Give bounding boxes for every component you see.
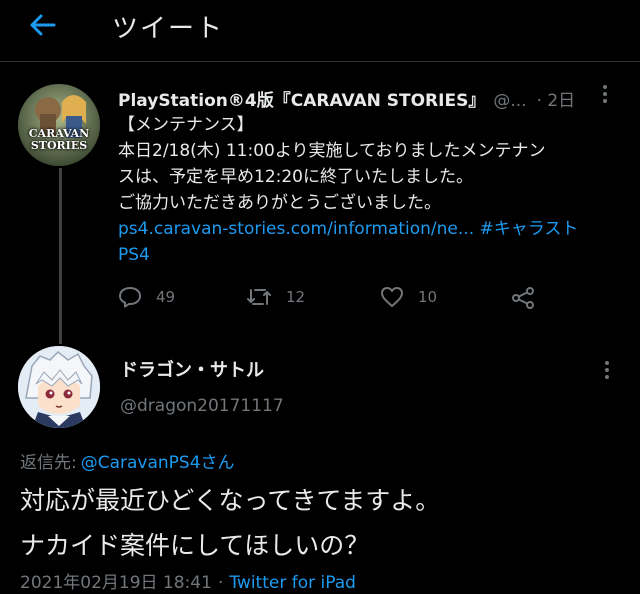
- reply-prefix: 返信先:: [20, 453, 77, 473]
- reply-target-link[interactable]: @CaravanPS4さん: [81, 453, 235, 473]
- caravan-artwork: [18, 84, 100, 166]
- reply-bubble-icon: [119, 287, 141, 308]
- tweet1-line: 本日2/18(木) 11:00より実施しておりましたメンテナン: [118, 141, 546, 161]
- tweet1-body: 【メンテナンス】 本日2/18(木) 11:00より実施しておりましたメンテナン…: [118, 112, 628, 268]
- avatar-logo-text: CARAVAN STORIES: [28, 127, 90, 152]
- like-count: 10: [418, 288, 438, 306]
- share-icon: [512, 287, 534, 309]
- tweet2-text-line: ナカイド案件にしてほしいの？: [20, 531, 370, 560]
- tweet2-more-menu[interactable]: [604, 360, 610, 384]
- replying-to: 返信先: @CaravanPS4さん: [20, 448, 235, 473]
- tweet1-display-name[interactable]: PlayStation®4版『CARAVAN STORIES』: [118, 91, 485, 111]
- tweet2-text-line: 対応が最近ひどくなってきてますよ。: [20, 486, 441, 515]
- tweet1-hashtag[interactable]: #キャラスト: [480, 219, 579, 239]
- retweet-action[interactable]: 12: [246, 286, 305, 308]
- tweet1-handle[interactable]: @...: [493, 91, 526, 111]
- tweet2-meta: 2021年02月19日 18:41 · Twitter for iPad: [20, 568, 356, 593]
- meta-separator: ·: [217, 573, 224, 593]
- arrow-left-icon: [30, 14, 56, 36]
- character-artwork: [18, 346, 100, 428]
- tweet1-more-menu[interactable]: [602, 84, 608, 108]
- reply-count: 49: [156, 288, 176, 306]
- tweet2-text: 対応が最近ひどくなってきてますよ。 ナカイド案件にしてほしいの？: [20, 478, 440, 568]
- tweet1-line: 【メンテナンス】: [118, 115, 254, 135]
- thread-connector-line: [59, 168, 62, 344]
- tweet1-hashtag-continued[interactable]: PS4: [118, 242, 628, 268]
- tweet2-display-name[interactable]: ドラゴン・サトル: [120, 356, 264, 382]
- tweet1-link[interactable]: ps4.caravan-stories.com/information/ne..…: [118, 219, 474, 239]
- tweet1-actions: 49 12 10: [118, 286, 618, 312]
- heart-icon: [381, 287, 403, 307]
- retweet-count: 12: [286, 288, 306, 306]
- tweet1-line: スは、予定を早め12:20に終了いたしました。: [118, 167, 473, 187]
- back-button[interactable]: [22, 8, 62, 42]
- tweet1-time[interactable]: · 2日: [537, 91, 576, 111]
- tweet2-timestamp[interactable]: 2021年02月19日 18:41: [20, 573, 212, 593]
- tweet2-source[interactable]: Twitter for iPad: [229, 573, 356, 593]
- top-bar: ツイート: [0, 0, 640, 62]
- share-action[interactable]: [510, 286, 550, 310]
- reply-action[interactable]: 49: [118, 286, 175, 308]
- page-title: ツイート: [112, 14, 225, 44]
- tweet2-handle[interactable]: @dragon20171117: [120, 396, 284, 416]
- more-vertical-icon: [605, 361, 609, 379]
- more-vertical-icon: [603, 85, 607, 103]
- caravan-avatar[interactable]: CARAVAN STORIES: [18, 84, 100, 166]
- dragon-avatar[interactable]: [18, 346, 100, 428]
- tweet1-header: PlayStation®4版『CARAVAN STORIES』 @... · 2日: [118, 86, 575, 111]
- retweet-icon: [247, 289, 271, 305]
- tweet1-line: ご協力いただきありがとうございました。: [118, 193, 441, 213]
- like-action[interactable]: 10: [380, 286, 437, 308]
